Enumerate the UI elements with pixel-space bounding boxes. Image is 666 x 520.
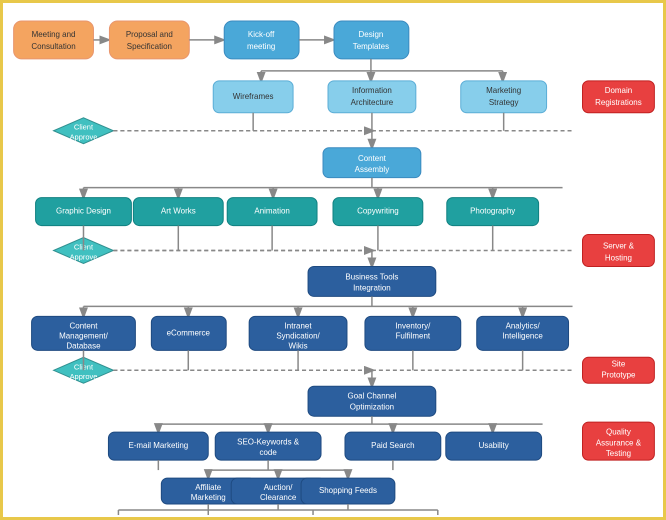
kickoff-node (224, 21, 299, 59)
svg-text:Client: Client (74, 123, 94, 132)
marketing-strategy-node (461, 81, 547, 113)
design-node (334, 21, 409, 59)
content-mgmt-node (32, 316, 136, 350)
meeting-node (14, 21, 94, 59)
analytics-node (477, 316, 569, 350)
copywriting-node (333, 198, 423, 226)
ecommerce-node (151, 316, 226, 350)
inventory-node (365, 316, 461, 350)
graphic-design-node (36, 198, 132, 226)
proposal-node (109, 21, 189, 59)
info-arch-node (328, 81, 416, 113)
wireframes-node (213, 81, 293, 113)
server-hosting-node (583, 235, 655, 267)
shopping-feeds-node (301, 478, 395, 504)
svg-text:Approve: Approve (70, 252, 98, 261)
intranet-node (249, 316, 347, 350)
goal-channel-node (308, 386, 436, 416)
art-works-node (133, 198, 223, 226)
site-prototype-node (583, 357, 655, 383)
svg-text:Approve: Approve (70, 372, 98, 381)
svg-text:Approve: Approve (70, 133, 98, 142)
domain-node (583, 81, 655, 113)
business-tools-node (308, 266, 436, 296)
animation-node (227, 198, 317, 226)
paid-search-node (345, 432, 441, 460)
photography-node (447, 198, 539, 226)
email-marketing-node (108, 432, 208, 460)
content-assembly-node (323, 148, 421, 178)
usability-node (446, 432, 542, 460)
seo-node (215, 432, 321, 460)
qa-testing-node (583, 422, 655, 460)
diagram-container: Meeting and Consultation Proposal and Sp… (3, 3, 663, 517)
